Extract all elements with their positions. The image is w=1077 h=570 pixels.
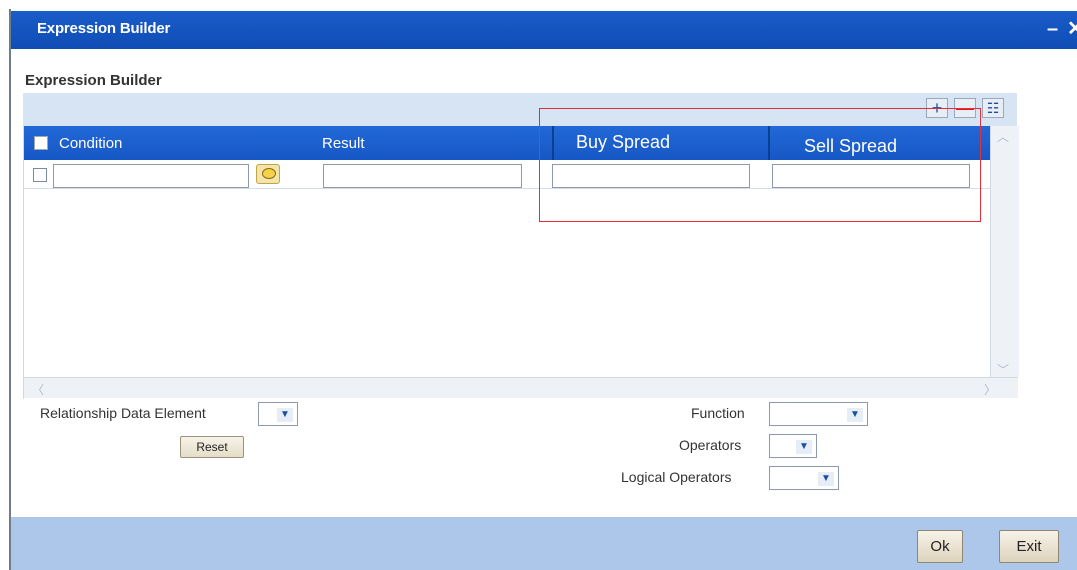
column-header-sell-spread: Sell Spread bbox=[804, 136, 898, 156]
chevron-down-icon: ▼ bbox=[847, 408, 863, 422]
window-border bbox=[9, 9, 11, 570]
function-label: Function bbox=[691, 405, 745, 421]
grid-body: Condition Result Buy Spread Sell Spread … bbox=[23, 126, 1019, 399]
exit-button[interactable]: Exit bbox=[999, 530, 1059, 563]
logical-operators-label: Logical Operators bbox=[621, 469, 732, 485]
operators-label: Operators bbox=[679, 437, 742, 453]
title-bar: Expression Builder – ✕ bbox=[11, 11, 1077, 49]
column-divider bbox=[768, 126, 770, 160]
list-icon: ☷ bbox=[986, 100, 1000, 116]
logical-operators-select[interactable]: ▼ bbox=[769, 466, 839, 490]
chevron-down-icon: ▼ bbox=[796, 440, 812, 454]
horizontal-scrollbar[interactable]: 〈 〉 bbox=[24, 377, 1018, 398]
operators-select[interactable]: ▼ bbox=[769, 434, 817, 458]
column-header-buy-spread: Buy Spread bbox=[576, 132, 671, 152]
speech-bubble-icon bbox=[262, 168, 276, 179]
relationship-data-element-select[interactable]: ▼ bbox=[258, 402, 298, 426]
row-checkbox[interactable] bbox=[33, 168, 47, 182]
single-view-button[interactable]: ☷ bbox=[982, 98, 1004, 118]
reset-button[interactable]: Reset bbox=[180, 436, 244, 458]
column-divider bbox=[552, 126, 554, 160]
plus-icon: + bbox=[931, 98, 943, 118]
select-all-checkbox[interactable] bbox=[34, 136, 48, 150]
window-title: Expression Builder bbox=[37, 20, 171, 37]
section-title: Expression Builder bbox=[25, 72, 162, 89]
result-input[interactable] bbox=[323, 164, 522, 188]
scroll-left-icon[interactable]: 〈 bbox=[32, 381, 44, 398]
chevron-down-icon: ▼ bbox=[277, 408, 293, 422]
add-row-button[interactable]: + bbox=[926, 98, 948, 118]
table-row bbox=[24, 160, 990, 189]
ok-button[interactable]: Ok bbox=[917, 530, 963, 563]
relationship-data-element-label: Relationship Data Element bbox=[40, 405, 206, 421]
function-select[interactable]: ▼ bbox=[769, 402, 868, 426]
chevron-down-icon: ▼ bbox=[818, 472, 834, 486]
expression-lookup-button[interactable] bbox=[256, 164, 280, 184]
sell-spread-input[interactable] bbox=[772, 164, 970, 188]
expression-grid: + — ☷ Condition Result Buy Spread Sell S… bbox=[23, 93, 1019, 399]
scroll-up-icon[interactable]: ︿ bbox=[997, 128, 1009, 145]
minus-icon: — bbox=[956, 98, 974, 118]
scroll-down-icon[interactable]: ﹀ bbox=[997, 361, 1009, 378]
close-button[interactable]: ✕ bbox=[1067, 15, 1077, 43]
grid-toolbar: + — ☷ bbox=[23, 93, 1017, 126]
column-header-condition: Condition bbox=[59, 135, 123, 152]
column-header-result: Result bbox=[322, 135, 365, 152]
vertical-scrollbar[interactable]: ︿ ﹀ bbox=[990, 126, 1019, 377]
minimize-button[interactable]: – bbox=[1047, 15, 1058, 43]
condition-input[interactable] bbox=[53, 164, 249, 188]
delete-row-button[interactable]: — bbox=[954, 98, 976, 118]
grid-header: Condition Result Buy Spread Sell Spread bbox=[24, 126, 990, 160]
scroll-right-icon[interactable]: 〉 bbox=[984, 381, 996, 398]
buy-spread-input[interactable] bbox=[552, 164, 750, 188]
